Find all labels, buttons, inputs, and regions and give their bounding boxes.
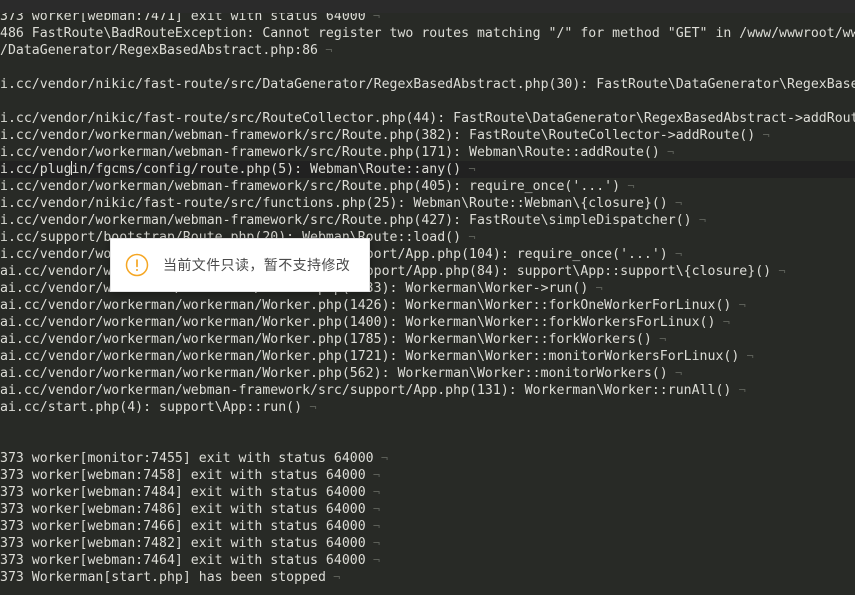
log-line[interactable]: /DataGenerator/RegexBasedAbstract.php:86… — [0, 42, 855, 59]
end-of-line-marker: ¬ — [731, 383, 746, 397]
warning-circle-icon — [125, 253, 149, 277]
log-line-text: ai.cc/start.php(4): support\App::run() — [0, 400, 303, 415]
log-line[interactable]: i.cc/vendor/workerman/webman-framework/s… — [0, 212, 855, 229]
log-line[interactable]: i.cc/vendor/workerman/webman-framework/s… — [0, 127, 855, 144]
log-output-area[interactable]: 373 worker[webman:7457] exit with status… — [0, 0, 855, 595]
log-line[interactable]: 373 worker[webman:7482] exit with status… — [0, 535, 855, 552]
end-of-line-marker: ¬ — [461, 162, 476, 176]
log-line-text: i.cc/vendor/workerman/webman-framework/s… — [0, 128, 756, 143]
log-line[interactable]: ai.cc/vendor/workerman/workerman/Worker.… — [0, 297, 855, 314]
log-line-text: 373 worker[webman:7482] exit with status… — [0, 536, 366, 551]
log-line-text: 373 worker[monitor:7455] exit with statu… — [0, 451, 374, 466]
end-of-line-marker: ¬ — [302, 400, 317, 414]
log-viewer[interactable]: 373 worker[webman:7457] exit with status… — [0, 0, 855, 595]
log-line[interactable]: i.cc/vendor/workerman/webman-framework/s… — [0, 144, 855, 161]
end-of-line-marker: ¬ — [667, 247, 683, 261]
end-of-line-marker: ¬ — [366, 0, 380, 6]
end-of-line-marker: ¬ — [620, 179, 635, 193]
end-of-line-marker: ¬ — [325, 570, 341, 584]
log-line[interactable]: 373 worker[webman:7471] exit with status… — [0, 8, 855, 25]
end-of-line-marker: ¬ — [365, 519, 381, 533]
end-of-line-marker: ¬ — [739, 349, 754, 363]
log-line-text: i.cc/vendor/nikic/fast-route/src/functio… — [0, 196, 668, 211]
log-line-text: ai.cc/vendor/workerman/workerman/Worker.… — [0, 366, 668, 381]
log-line-text: ai.cc/vendor/workerman/workerman/Worker.… — [0, 315, 716, 330]
log-line[interactable] — [0, 59, 855, 76]
log-line[interactable] — [0, 416, 855, 433]
log-line[interactable] — [0, 93, 855, 110]
end-of-line-marker: ¬ — [461, 230, 476, 244]
log-line[interactable]: 373 worker[webman:7466] exit with status… — [0, 518, 855, 535]
log-line-text: 373 worker[webman:7457] exit with status… — [0, 0, 366, 7]
log-line[interactable]: ai.cc/vendor/workerman/webman-framework/… — [0, 382, 855, 399]
end-of-line-marker: ¬ — [771, 264, 786, 278]
log-line[interactable]: 373 worker[webman:7484] exit with status… — [0, 484, 855, 501]
end-of-line-marker: ¬ — [365, 536, 381, 550]
log-line-text: 373 worker[webman:7471] exit with status… — [0, 9, 366, 24]
end-of-line-marker: ¬ — [755, 128, 770, 142]
readonly-toast-message: 当前文件只读，暂不支持修改 — [163, 258, 351, 274]
log-line[interactable]: 373 worker[webman:7464] exit with status… — [0, 552, 855, 569]
log-line[interactable]: ai.cc/vendor/workerman/workerman/Worker.… — [0, 365, 855, 382]
end-of-line-marker: ¬ — [715, 315, 730, 329]
end-of-line-marker: ¬ — [365, 502, 381, 516]
log-line[interactable] — [0, 433, 855, 450]
log-line-text: 373 worker[webman:7458] exit with status… — [0, 468, 366, 483]
end-of-line-marker: ¬ — [651, 332, 667, 346]
log-line-text: i.cc/vendor/nikic/fast-route/src/RouteCo… — [0, 111, 855, 126]
end-of-line-marker: ¬ — [667, 196, 683, 210]
end-of-line-marker: ¬ — [373, 451, 389, 465]
readonly-toast-dialog: 当前文件只读，暂不支持修改 — [110, 238, 370, 292]
log-line[interactable]: i.cc/vendor/nikic/fast-route/src/DataGen… — [0, 76, 855, 93]
log-line-text: 373 worker[webman:7466] exit with status… — [0, 519, 366, 534]
log-line[interactable]: i.cc/plugin/fgcms/config/route.php(5): W… — [0, 161, 855, 178]
log-line-text: i.cc/vendor/workerman/webman-framework/s… — [0, 145, 660, 160]
log-line[interactable]: i.cc/vendor/nikic/fast-route/src/RouteCo… — [0, 110, 855, 127]
end-of-line-marker: ¬ — [588, 281, 603, 295]
end-of-line-marker: ¬ — [365, 485, 381, 499]
log-line-text: i.cc/vendor/workerman/webman-framework/s… — [0, 179, 621, 194]
log-line-text: i.cc/vendor/workerman/webman-framework/s… — [0, 213, 692, 228]
log-line[interactable]: 486 FastRoute\BadRouteException: Cannot … — [0, 25, 855, 42]
end-of-line-marker: ¬ — [365, 9, 381, 23]
log-line[interactable]: 373 worker[webman:7458] exit with status… — [0, 467, 855, 484]
log-line-text: i.cc/vendor/nikic/fast-route/src/DataGen… — [0, 77, 855, 92]
log-line[interactable]: ai.cc/vendor/workerman/workerman/Worker.… — [0, 314, 855, 331]
log-line-text: 373 worker[webman:7464] exit with status… — [0, 553, 366, 568]
end-of-line-marker: ¬ — [317, 43, 333, 57]
log-line-text: ai.cc/vendor/workerman/workerman/Worker.… — [0, 332, 652, 347]
log-line[interactable]: ai.cc/vendor/workerman/workerman/Worker.… — [0, 348, 855, 365]
log-line[interactable]: 373 worker[webman:7457] exit with status… — [0, 0, 855, 8]
log-line-text: 486 FastRoute\BadRouteException: Cannot … — [0, 26, 855, 41]
end-of-line-marker: ¬ — [731, 298, 746, 312]
log-line[interactable]: i.cc/vendor/workerman/webman-framework/s… — [0, 178, 855, 195]
log-line[interactable]: 373 Workerman[start.php] has been stoppe… — [0, 569, 855, 586]
log-line-text: ai.cc/vendor/workerman/workerman/Worker.… — [0, 349, 740, 364]
log-line[interactable]: 373 worker[webman:7486] exit with status… — [0, 501, 855, 518]
log-line-text: /DataGenerator/RegexBasedAbstract.php:86 — [0, 43, 318, 58]
end-of-line-marker: ¬ — [659, 145, 675, 159]
log-line[interactable]: i.cc/vendor/nikic/fast-route/src/functio… — [0, 195, 855, 212]
log-line-text: i.cc/plugin/fgcms/config/route.php(5): W… — [0, 161, 462, 177]
log-line[interactable]: ai.cc/vendor/workerman/workerman/Worker.… — [0, 331, 855, 348]
log-line-text: 373 worker[webman:7486] exit with status… — [0, 502, 366, 517]
end-of-line-marker: ¬ — [365, 468, 381, 482]
log-line[interactable]: 373 worker[monitor:7455] exit with statu… — [0, 450, 855, 467]
log-line-text: 373 Workerman[start.php] has been stoppe… — [0, 570, 326, 585]
log-line-text: 373 worker[webman:7484] exit with status… — [0, 485, 366, 500]
log-line-text: ai.cc/vendor/workerman/workerman/Worker.… — [0, 298, 732, 313]
log-line[interactable]: ai.cc/start.php(4): support\App::run() ¬ — [0, 399, 855, 416]
end-of-line-marker: ¬ — [691, 213, 707, 227]
log-line-text: ai.cc/vendor/workerman/webman-framework/… — [0, 383, 732, 398]
end-of-line-marker: ¬ — [667, 366, 683, 380]
end-of-line-marker: ¬ — [365, 553, 381, 567]
